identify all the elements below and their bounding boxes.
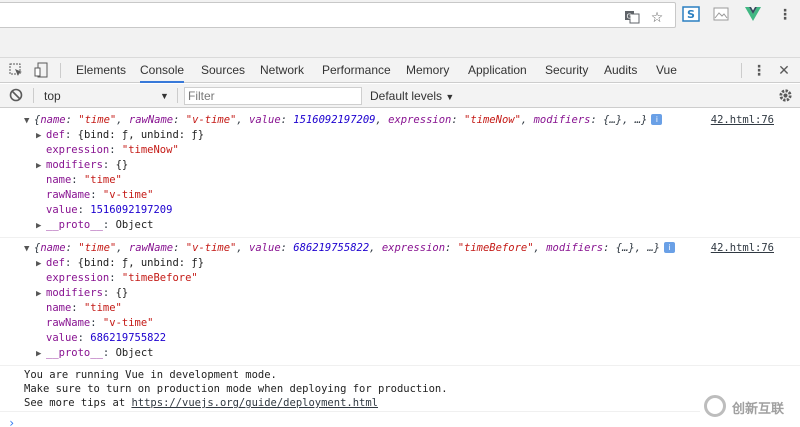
console-message: ▼ {name: "time", rawName: "v-time", value…: [0, 109, 800, 238]
svg-text:G: G: [627, 13, 632, 21]
watermark-circle-icon: [704, 395, 726, 417]
console-output[interactable]: ▼ {name: "time", rawName: "v-time", value…: [0, 109, 800, 427]
svg-text:S: S: [687, 8, 695, 21]
tab-memory[interactable]: Memory: [406, 58, 449, 83]
prop-value: value: 686219755822: [46, 332, 167, 344]
console-toolbar: top ▼ Default levels ▼: [0, 84, 800, 108]
prop-name: name: "time": [46, 302, 122, 314]
extension-s-icon[interactable]: S: [682, 6, 700, 22]
vue-dev-mode-notice: You are running Vue in development mode.…: [0, 366, 800, 412]
tab-sources[interactable]: Sources: [201, 58, 245, 83]
prop-rawname: rawName: "v-time": [46, 189, 154, 201]
expand-triangle-icon[interactable]: ▼: [24, 114, 34, 129]
prop-value: value: 1516092197209: [46, 204, 173, 216]
expand-triangle-icon[interactable]: ▼: [24, 242, 34, 257]
close-icon[interactable]: ✕: [776, 62, 792, 78]
info-icon[interactable]: i: [664, 242, 676, 253]
translate-icon[interactable]: G: [624, 9, 640, 25]
expand-triangle-icon[interactable]: ▶: [36, 159, 46, 174]
watermark-logo: 创新互联: [700, 388, 800, 424]
prop-expression: expression: "timeNow": [46, 144, 179, 156]
context-selector[interactable]: top: [40, 87, 172, 105]
prop-expression: expression: "timeBefore": [46, 272, 198, 284]
address-bar[interactable]: G ☆: [0, 2, 676, 28]
console-message: ▼ {name: "time", rawName: "v-time", value…: [0, 238, 800, 366]
log-levels-label: Default levels: [370, 89, 443, 103]
prop-def[interactable]: ▶ def: {bind: ƒ, unbind: ƒ}: [36, 256, 204, 271]
filter-input[interactable]: [184, 87, 362, 105]
page-area: [0, 30, 800, 58]
notice-text: See more tips at: [24, 397, 132, 409]
dropdown-arrow-icon: ▼: [445, 92, 455, 102]
info-icon[interactable]: i: [651, 114, 663, 125]
source-link[interactable]: 42.html:76: [711, 113, 774, 128]
prop-modifiers[interactable]: ▶ modifiers: {}: [36, 158, 128, 173]
tab-console[interactable]: Console: [140, 58, 185, 83]
notice-line: You are running Vue in development mode.: [24, 369, 277, 381]
object-summary[interactable]: ▼ {name: "time", rawName: "v-time", value…: [24, 113, 663, 129]
browser-toolbar: G ☆ S ⋮: [0, 0, 800, 30]
tab-network[interactable]: Network: [260, 58, 304, 83]
devtools-tabbar: Elements Console Sources Network Perform…: [0, 58, 800, 83]
tab-application[interactable]: Application: [468, 58, 527, 83]
expand-triangle-icon[interactable]: ▶: [36, 129, 46, 144]
console-prompt-icon[interactable]: ›: [8, 416, 15, 427]
divider: [177, 88, 178, 103]
tab-vue[interactable]: Vue: [656, 58, 677, 83]
prop-proto[interactable]: ▶ __proto__: Object: [36, 346, 154, 361]
bookmark-star-icon[interactable]: ☆: [649, 9, 665, 25]
object-summary[interactable]: ▼ {name: "time", rawName: "v-time", value…: [24, 241, 676, 257]
prop-modifiers[interactable]: ▶ modifiers: {}: [36, 286, 128, 301]
expand-triangle-icon[interactable]: ▶: [36, 347, 46, 362]
tab-elements[interactable]: Elements: [76, 58, 126, 83]
devtools-menu-icon[interactable]: ⋮: [751, 62, 767, 78]
tab-performance[interactable]: Performance: [322, 58, 391, 83]
tab-audits[interactable]: Audits: [604, 58, 637, 83]
device-toolbar-icon[interactable]: [33, 62, 49, 78]
expand-triangle-icon[interactable]: ▶: [36, 287, 46, 302]
tab-security[interactable]: Security: [545, 58, 588, 83]
prop-proto[interactable]: ▶ __proto__: Object: [36, 218, 154, 233]
prop-def[interactable]: ▶ def: {bind: ƒ, unbind: ƒ}: [36, 128, 204, 143]
clear-console-icon[interactable]: [9, 88, 25, 104]
dropdown-arrow-icon: ▼: [160, 91, 169, 101]
notice-line: See more tips at https://vuejs.org/guide…: [24, 396, 378, 410]
extension-image-icon[interactable]: [712, 6, 730, 22]
divider: [33, 88, 34, 103]
inspect-element-icon[interactable]: [8, 62, 24, 78]
deployment-guide-link[interactable]: https://vuejs.org/guide/deployment.html: [131, 397, 378, 409]
chrome-menu-icon[interactable]: ⋮: [776, 6, 794, 22]
vue-devtools-icon[interactable]: [744, 6, 762, 22]
prop-rawname: rawName: "v-time": [46, 317, 154, 329]
prop-name: name: "time": [46, 174, 122, 186]
expand-triangle-icon[interactable]: ▶: [36, 257, 46, 272]
divider: [60, 63, 61, 78]
expand-triangle-icon[interactable]: ▶: [36, 219, 46, 234]
console-settings-gear-icon[interactable]: [778, 88, 794, 104]
source-link[interactable]: 42.html:76: [711, 241, 774, 256]
watermark-text: 创新互联: [732, 402, 785, 417]
log-levels-dropdown[interactable]: Default levels ▼: [370, 87, 454, 105]
notice-line: Make sure to turn on production mode whe…: [24, 383, 448, 395]
divider: [741, 63, 742, 78]
